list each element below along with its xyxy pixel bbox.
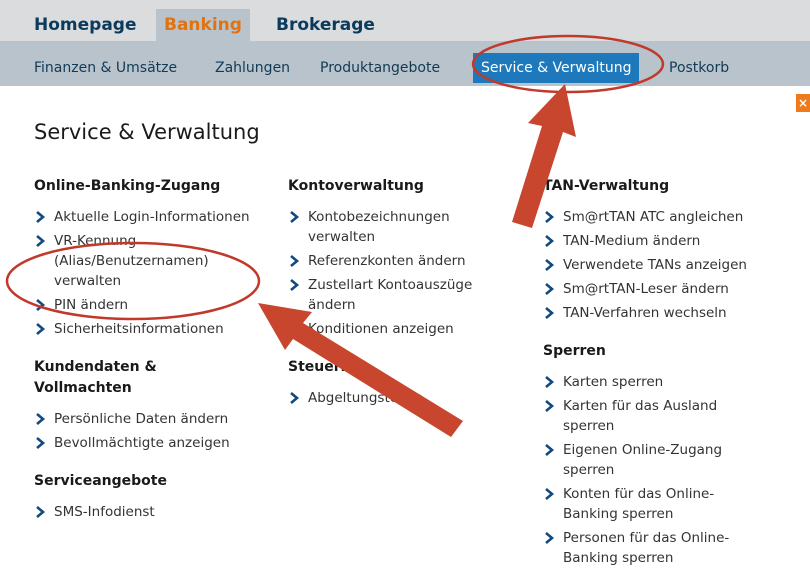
chevron-right-icon xyxy=(545,532,555,544)
link-referenzkonten-aendern[interactable]: Referenzkonten ändern xyxy=(288,251,488,271)
link-label: Sm@rtTAN-Leser ändern xyxy=(563,281,729,297)
chevron-right-icon xyxy=(545,235,555,247)
link-label: VR-Kennung (Alias/Benutzernamen) verwalt… xyxy=(54,233,209,289)
section-steuern: Steuern Abgeltungsteuer xyxy=(288,357,488,408)
section-kundendaten-vollmachten: Kundendaten & Vollmachten xyxy=(34,357,194,399)
column-2: Kontoverwaltung Kontobezeichnungen verwa… xyxy=(288,176,488,412)
section-title: Sperren xyxy=(543,343,606,359)
link-karten-sperren[interactable]: Karten sperren xyxy=(543,372,783,392)
chevron-right-icon xyxy=(36,437,46,449)
link-personen-online-banking-sperren[interactable]: Personen für das Online-Banking sperren xyxy=(543,528,743,568)
link-label: Zustellart Kontoauszüge ändern xyxy=(308,277,473,313)
link-label: Aktuelle Login-Informationen xyxy=(54,209,250,225)
link-bevollmaechtigte-anzeigen[interactable]: Bevollmächtigte anzeigen xyxy=(34,433,269,453)
link-smarttan-leser-aendern[interactable]: Sm@rtTAN-Leser ändern xyxy=(543,279,783,299)
link-vr-kennung-verwalten[interactable]: VR-Kennung (Alias/Benutzernamen) verwalt… xyxy=(34,231,269,291)
link-label: Kontobezeichnungen verwalten xyxy=(308,209,450,245)
tab-brokerage[interactable]: Brokerage xyxy=(268,9,383,41)
chevron-right-icon xyxy=(36,235,46,247)
chevron-right-icon xyxy=(290,323,300,335)
section-title: Serviceangebote xyxy=(34,473,167,489)
link-sicherheitsinformationen[interactable]: Sicherheitsinformationen xyxy=(34,319,269,339)
subnav-postkorb[interactable]: Postkorb xyxy=(669,60,729,76)
chevron-right-icon xyxy=(545,488,555,500)
link-label: Verwendete TANs anzeigen xyxy=(563,257,747,273)
link-abgeltungsteuer[interactable]: Abgeltungsteuer xyxy=(288,388,488,408)
chevron-right-icon xyxy=(36,323,46,335)
link-label: TAN-Medium ändern xyxy=(563,233,701,249)
tab-banking[interactable]: Banking xyxy=(156,9,250,41)
chevron-right-icon xyxy=(290,392,300,404)
chevron-right-icon xyxy=(36,299,46,311)
section-title: Steuern xyxy=(288,359,351,375)
chevron-right-icon xyxy=(545,400,555,412)
chevron-right-icon xyxy=(545,283,555,295)
chevron-right-icon xyxy=(545,259,555,271)
link-verwendete-tans-anzeigen[interactable]: Verwendete TANs anzeigen xyxy=(543,255,783,275)
link-label: Referenzkonten ändern xyxy=(308,253,466,269)
link-konditionen-anzeigen[interactable]: Konditionen anzeigen xyxy=(288,319,488,339)
link-label: Sm@rtTAN ATC angleichen xyxy=(563,209,744,225)
link-label: Konten für das Online-Banking sperren xyxy=(563,486,715,522)
link-label: Bevollmächtigte anzeigen xyxy=(54,435,230,451)
section-title: Kundendaten & Vollmachten xyxy=(34,359,157,396)
subnav-service-verwaltung[interactable]: Service & Verwaltung xyxy=(473,53,640,83)
chevron-right-icon xyxy=(290,279,300,291)
link-sms-infodienst[interactable]: SMS-Infodienst xyxy=(34,502,269,522)
link-tan-medium-aendern[interactable]: TAN-Medium ändern xyxy=(543,231,783,251)
link-online-zugang-sperren[interactable]: Eigenen Online-Zugang sperren xyxy=(543,440,753,480)
link-label: Sicherheitsinformationen xyxy=(54,321,224,337)
link-smarttan-atc-angleichen[interactable]: Sm@rtTAN ATC angleichen xyxy=(543,207,783,227)
chevron-right-icon xyxy=(290,211,300,223)
link-label: Abgeltungsteuer xyxy=(308,390,421,406)
column-3: TAN-Verwaltung Sm@rtTAN ATC angleichen T… xyxy=(543,176,783,572)
section-sperren: Sperren Karten sperren Karten für das Au… xyxy=(543,341,783,568)
link-zustellart-kontoauszuege[interactable]: Zustellart Kontoauszüge ändern xyxy=(288,275,488,315)
section-serviceangebote: Serviceangebote SMS-Infodienst xyxy=(34,471,269,522)
close-icon[interactable]: × xyxy=(796,94,810,112)
section-title: TAN-Verwaltung xyxy=(543,178,670,194)
chevron-right-icon xyxy=(36,413,46,425)
chevron-right-icon xyxy=(290,255,300,267)
column-1: Online-Banking-Zugang Aktuelle Login-Inf… xyxy=(34,176,269,526)
section-kontoverwaltung: Kontoverwaltung Kontobezeichnungen verwa… xyxy=(288,176,488,339)
section-title: Online-Banking-Zugang xyxy=(34,178,221,194)
tab-homepage[interactable]: Homepage xyxy=(26,9,145,41)
link-label: Eigenen Online-Zugang sperren xyxy=(563,442,723,478)
chevron-right-icon xyxy=(545,376,555,388)
page-title: Service & Verwaltung xyxy=(34,120,260,144)
top-navigation: Homepage Banking Brokerage xyxy=(0,0,810,41)
link-persoenliche-daten-aendern[interactable]: Persönliche Daten ändern xyxy=(34,409,269,429)
sub-navigation: Finanzen & Umsätze Zahlungen Produktange… xyxy=(0,41,810,86)
link-label: Karten sperren xyxy=(563,374,664,390)
link-label: Konditionen anzeigen xyxy=(308,321,454,337)
section-tan-verwaltung: TAN-Verwaltung Sm@rtTAN ATC angleichen T… xyxy=(543,176,783,323)
subnav-finanzen-umsaetze[interactable]: Finanzen & Umsätze xyxy=(34,60,177,76)
link-label: PIN ändern xyxy=(54,297,129,313)
link-pin-aendern[interactable]: PIN ändern xyxy=(34,295,269,315)
subnav-zahlungen[interactable]: Zahlungen xyxy=(215,60,290,76)
link-label: TAN-Verfahren wechseln xyxy=(563,305,727,321)
link-label: Persönliche Daten ändern xyxy=(54,411,229,427)
link-label: Personen für das Online-Banking sperren xyxy=(563,530,730,566)
link-label: SMS-Infodienst xyxy=(54,504,155,520)
link-kontobezeichnungen-verwalten[interactable]: Kontobezeichnungen verwalten xyxy=(288,207,488,247)
link-konten-online-banking-sperren[interactable]: Konten für das Online-Banking sperren xyxy=(543,484,733,524)
section-title: Kontoverwaltung xyxy=(288,178,424,194)
subnav-produktangebote[interactable]: Produktangebote xyxy=(320,60,440,76)
chevron-right-icon xyxy=(545,307,555,319)
link-aktuelle-login-informationen[interactable]: Aktuelle Login-Informationen xyxy=(34,207,269,227)
link-karten-ausland-sperren[interactable]: Karten für das Ausland sperren xyxy=(543,396,723,436)
chevron-right-icon xyxy=(36,211,46,223)
link-label: Karten für das Ausland sperren xyxy=(563,398,718,434)
chevron-right-icon xyxy=(545,211,555,223)
chevron-right-icon xyxy=(545,444,555,456)
chevron-right-icon xyxy=(36,506,46,518)
link-tan-verfahren-wechseln[interactable]: TAN-Verfahren wechseln xyxy=(543,303,783,323)
section-online-banking-zugang: Online-Banking-Zugang Aktuelle Login-Inf… xyxy=(34,176,269,339)
